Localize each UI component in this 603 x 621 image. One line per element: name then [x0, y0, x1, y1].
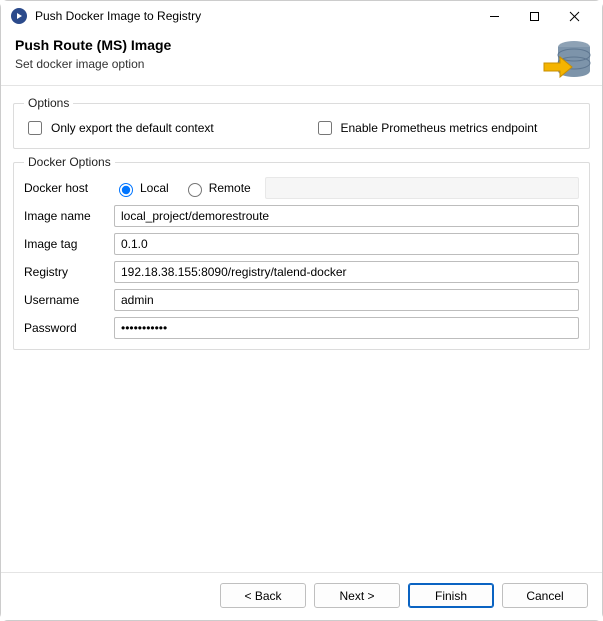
image-name-label: Image name [24, 209, 106, 223]
back-button[interactable]: < Back [220, 583, 306, 608]
docker-host-local-label: Local [140, 181, 169, 195]
finish-button[interactable]: Finish [408, 583, 494, 608]
maximize-icon [529, 11, 540, 22]
enable-prometheus-checkbox[interactable]: Enable Prometheus metrics endpoint [314, 118, 580, 138]
cancel-button[interactable]: Cancel [502, 583, 588, 608]
enable-prometheus-label: Enable Prometheus metrics endpoint [341, 121, 538, 135]
window-title: Push Docker Image to Registry [35, 9, 201, 23]
docker-options-legend: Docker Options [24, 155, 115, 169]
minimize-button[interactable] [474, 2, 514, 30]
registry-input[interactable] [114, 261, 579, 283]
page-subtitle: Set docker image option [15, 57, 588, 71]
close-icon [569, 11, 580, 22]
options-group: Options Only export the default context … [13, 96, 590, 149]
docker-host-label: Docker host [24, 181, 106, 195]
titlebar: Push Docker Image to Registry [1, 1, 602, 31]
only-export-default-context-input[interactable] [28, 121, 42, 135]
password-label: Password [24, 321, 106, 335]
docker-host-local-radio[interactable]: Local [114, 180, 169, 197]
app-icon [11, 8, 27, 24]
only-export-default-context-label: Only export the default context [51, 121, 214, 135]
page-title: Push Route (MS) Image [15, 37, 588, 53]
maximize-button[interactable] [514, 2, 554, 30]
docker-host-remote-input[interactable] [188, 183, 202, 197]
username-label: Username [24, 293, 106, 307]
only-export-default-context-checkbox[interactable]: Only export the default context [24, 118, 290, 138]
next-button[interactable]: Next > [314, 583, 400, 608]
docker-host-remote-radio[interactable]: Remote [183, 180, 251, 197]
enable-prometheus-input[interactable] [318, 121, 332, 135]
docker-host-row: Local Remote [114, 177, 579, 199]
password-input[interactable] [114, 317, 579, 339]
database-arrow-icon [542, 35, 594, 87]
image-tag-label: Image tag [24, 237, 106, 251]
username-input[interactable] [114, 289, 579, 311]
wizard-buttonbar: < Back Next > Finish Cancel [1, 572, 602, 620]
wizard-header: Push Route (MS) Image Set docker image o… [1, 31, 602, 86]
close-button[interactable] [554, 2, 594, 30]
docker-options-group: Docker Options Docker host Local Remote … [13, 155, 590, 350]
registry-label: Registry [24, 265, 106, 279]
options-legend: Options [24, 96, 73, 110]
docker-host-remote-extra [265, 177, 579, 199]
minimize-icon [489, 11, 500, 22]
docker-host-local-input[interactable] [119, 183, 133, 197]
docker-host-remote-label: Remote [209, 181, 251, 195]
image-tag-input[interactable] [114, 233, 579, 255]
image-name-input[interactable] [114, 205, 579, 227]
wizard-content: Options Only export the default context … [1, 86, 602, 572]
